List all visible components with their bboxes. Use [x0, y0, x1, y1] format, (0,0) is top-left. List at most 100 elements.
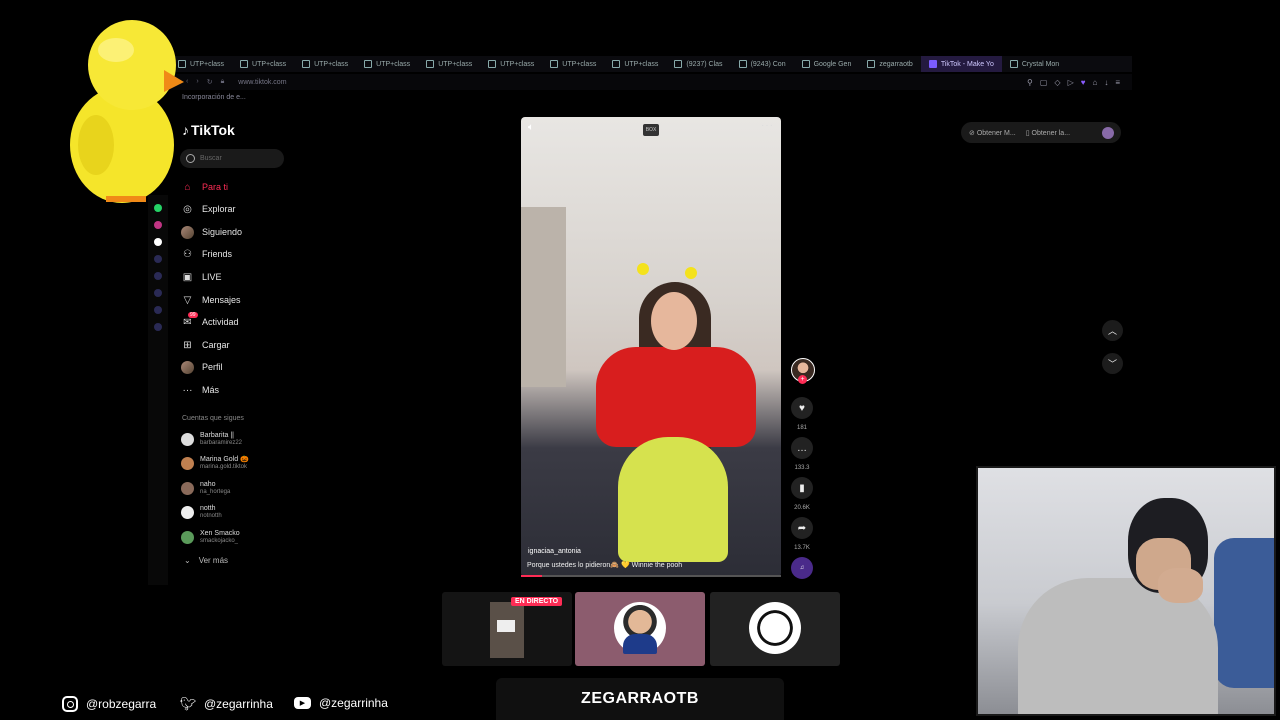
strip-icon[interactable]	[154, 289, 162, 297]
browser-tab[interactable]: TikTok - Make Yo	[920, 56, 1002, 72]
browser-tab[interactable]: UTP+class	[356, 56, 418, 72]
more-options-icon[interactable]: ···	[761, 120, 774, 131]
browser-tab-bar: UTP+class UTP+class UTP+class UTP+class UTP+…	[170, 56, 1132, 72]
tiktok-logo[interactable]: ♪ TikTok	[182, 122, 235, 138]
see-more-button[interactable]: ⌄ Ver más	[184, 556, 228, 565]
following-account[interactable]: Marina Gold 🎃 marina.gold.tiktok	[181, 453, 249, 475]
save-count: 20.6K	[794, 505, 810, 511]
lock-icon: 🔒︎	[220, 78, 225, 85]
heart-icon[interactable]: ♥	[1081, 78, 1086, 87]
sidebar-item-label: Más	[202, 385, 220, 395]
following-account[interactable]: notth notnotth	[181, 502, 222, 524]
tab-label: TikTok - Make Yo	[940, 60, 994, 68]
share-action[interactable]: ➦ 13.7K	[791, 517, 813, 551]
chevron-up-icon: ︿	[1107, 326, 1117, 336]
comment-icon[interactable]: …	[791, 437, 813, 459]
save-action[interactable]: ▮ 20.6K	[791, 477, 813, 511]
extension-icon[interactable]: ▢	[1040, 78, 1048, 87]
reload-icon[interactable]: ↻	[207, 78, 213, 86]
suggested-account-card[interactable]	[575, 592, 705, 666]
strip-icon[interactable]	[154, 306, 162, 314]
browser-tab[interactable]: UTP+class	[294, 56, 356, 72]
strip-icon[interactable]	[154, 323, 162, 331]
share-icon[interactable]: ⌂	[1092, 78, 1097, 87]
sidebar-item-friends[interactable]: ⚇ Friends	[181, 246, 232, 262]
video-player[interactable]	[521, 117, 781, 577]
browser-tab[interactable]: (9243) Con	[731, 56, 794, 72]
profile-icon	[181, 360, 194, 374]
browser-tab[interactable]: Crystal Mon	[1002, 56, 1067, 72]
stream-brand-name: ZEGARRAOTB	[496, 678, 784, 720]
suggested-account-card[interactable]	[710, 592, 840, 666]
sidebar-item-mensajes[interactable]: ▽ Mensajes	[181, 292, 241, 308]
sidebar-item-actividad[interactable]: ✉ 99 Actividad	[181, 311, 239, 330]
instagram-icon[interactable]	[154, 221, 162, 229]
sidebar-item-label: Perfil	[202, 362, 223, 372]
browser-tab[interactable]: UTP+class	[480, 56, 542, 72]
heart-icon[interactable]: ♥	[791, 397, 813, 419]
following-section-title: Cuentas que sigues	[182, 415, 244, 422]
browser-tab[interactable]: UTP+class	[418, 56, 480, 72]
browser-tab[interactable]: UTP+class	[542, 56, 604, 72]
follow-plus-icon[interactable]: +	[798, 375, 807, 384]
tab-label: (9243) Con	[750, 60, 786, 68]
share-arrow-icon[interactable]: ➦	[791, 517, 813, 539]
like-action[interactable]: ♥ 181	[791, 397, 813, 431]
get-app-button-1[interactable]: ⊘ Obtener M...	[969, 129, 1016, 137]
browser-tab[interactable]: zegarraotb	[859, 56, 920, 72]
menu-icon[interactable]: ≡	[1115, 78, 1120, 87]
search-input[interactable]: Buscar	[180, 149, 284, 168]
music-disc-icon[interactable]: ♫	[791, 557, 813, 579]
volume-icon[interactable]: 🔈︎	[528, 122, 534, 133]
browser-nav-buttons[interactable]: ‹ › ↻ 🔒︎	[186, 78, 224, 86]
forward-icon[interactable]: ›	[196, 78, 198, 86]
bookmark-icon[interactable]: ▮	[791, 477, 813, 499]
following-account[interactable]: Xen Smacko smackojacko_	[181, 526, 240, 548]
url-text[interactable]: www.tiktok.com	[238, 79, 286, 86]
following-account[interactable]: Barbarita || barbaramirez22	[181, 428, 242, 450]
browser-tab[interactable]: (9237) Clas	[666, 56, 730, 72]
pin-icon[interactable]: ⚲	[1027, 78, 1033, 87]
video-progress-bar[interactable]	[521, 575, 781, 577]
search-icon	[186, 154, 195, 163]
card-scene	[623, 634, 657, 654]
webcam-scene	[1158, 568, 1203, 603]
following-account[interactable]: naho na_hortega	[181, 477, 230, 499]
sidebar-item-label: LIVE	[202, 272, 222, 282]
previous-video-button[interactable]: ︿	[1102, 320, 1123, 341]
avatar	[181, 530, 194, 544]
account-text: Xen Smacko smackojacko_	[200, 530, 240, 545]
strip-icon[interactable]	[154, 272, 162, 280]
instagram-handle: @robzegarra	[62, 696, 156, 712]
browser-toolbar[interactable]: ⚲ ▢ ◇ ▷ ♥ ⌂ ↓ ≡	[1027, 78, 1120, 87]
box-tag: BOX	[643, 124, 659, 136]
sidebar-item-perfil[interactable]: Perfil	[181, 359, 223, 375]
profile-avatar[interactable]	[1102, 126, 1114, 139]
get-app-bar[interactable]: ⊘ Obtener M... ▯ Obtener la...	[961, 122, 1121, 143]
sidebar-item-siguiendo[interactable]: Siguiendo	[181, 224, 242, 240]
get-app-button-2[interactable]: ▯ Obtener la...	[1026, 129, 1070, 137]
sidebar-item-más[interactable]: ··· Más	[181, 382, 220, 398]
comment-action[interactable]: … 133.3	[791, 437, 813, 471]
sidebar-item-para-ti[interactable]: ⌂ Para ti	[181, 179, 228, 195]
download-icon[interactable]: ↓	[1104, 78, 1108, 87]
sidebar-item-explorar[interactable]: ◎ Explorar	[181, 201, 235, 217]
twitter-icon: 🐦︎	[179, 696, 197, 711]
account-name: Marina Gold 🎃	[200, 456, 249, 463]
sidebar-item-live[interactable]: ▣ LIVE	[181, 269, 222, 285]
tiktok-icon[interactable]	[154, 238, 162, 246]
sidebar-item-cargar[interactable]: ⊞ Cargar	[181, 337, 229, 353]
shield-icon[interactable]: ◇	[1054, 78, 1060, 87]
video-author[interactable]: ignaciaa_antonia	[528, 548, 581, 555]
browser-tab[interactable]: Google Gen	[794, 56, 860, 72]
tab-label: UTP+class	[562, 60, 597, 68]
strip-icon[interactable]	[154, 255, 162, 263]
play-icon[interactable]: ▷	[1068, 78, 1074, 87]
back-icon[interactable]: ‹	[186, 78, 188, 86]
next-video-button[interactable]: ﹀	[1102, 353, 1123, 374]
browser-tab[interactable]: UTP+class	[604, 56, 666, 72]
friends-icon: ⚇	[183, 248, 192, 260]
browser-tab[interactable]: UTP+class	[232, 56, 294, 72]
address-bar[interactable]: ‹ › ↻ 🔒︎ www.tiktok.com ⚲ ▢ ◇ ▷ ♥ ⌂ ↓ ≡	[170, 74, 1132, 90]
bookmark-item[interactable]: Incorporación de e...	[182, 94, 246, 101]
